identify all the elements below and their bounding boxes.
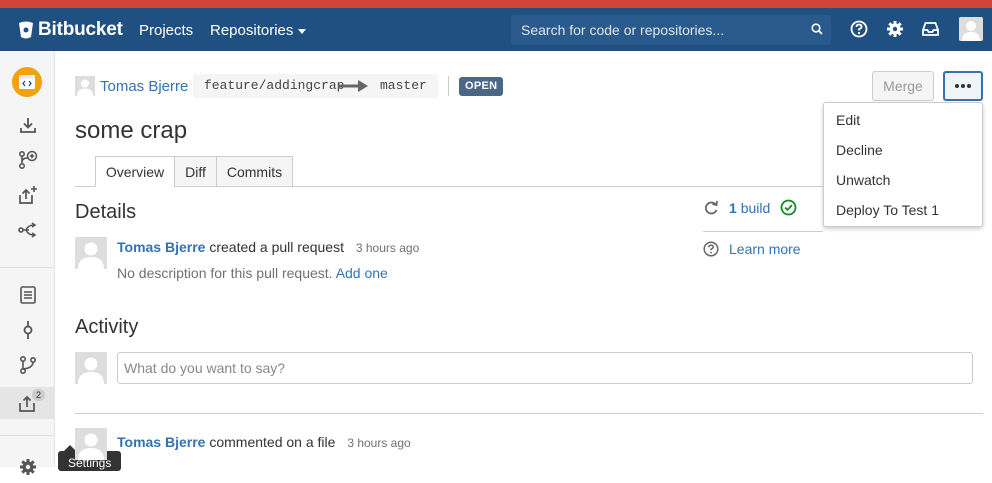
more-actions-button[interactable] [943, 71, 983, 101]
top-navbar: Bitbucket Projects Repositories [0, 8, 992, 51]
source-branch[interactable]: feature/addingcrap [204, 78, 344, 93]
sidebar-create-branch[interactable] [0, 144, 55, 176]
inbox-icon[interactable] [921, 20, 940, 38]
nav-repositories[interactable]: Repositories [210, 22, 307, 39]
details-author-link[interactable]: Tomas Bjerre [117, 239, 205, 255]
details-created-line: Tomas Bjerre created a pull request 3 ho… [117, 239, 419, 255]
sidebar-source[interactable] [0, 279, 55, 311]
tab-overview[interactable]: Overview [95, 156, 175, 187]
page-title: some crap [75, 117, 188, 144]
branches-icon [19, 355, 36, 375]
create-pull-request-icon [18, 186, 37, 204]
create-branch-icon [18, 150, 37, 170]
activity-entry: Tomas Bjerre commented on a file 3 hours… [117, 434, 411, 450]
pull-requests-count-badge: 2 [32, 389, 46, 401]
build-count: 1 [729, 200, 737, 216]
user-silhouette-icon [75, 352, 107, 384]
merge-button[interactable]: Merge [872, 71, 934, 101]
sidebar-branches[interactable] [0, 349, 55, 381]
search-icon[interactable] [811, 23, 823, 35]
sidebar-divider [0, 267, 55, 268]
comment-input[interactable] [117, 352, 973, 384]
refresh-icon [705, 200, 718, 215]
sidebar-pull-requests[interactable]: 2 [0, 387, 55, 419]
sidebar-create-pull-request[interactable] [0, 179, 55, 211]
details-author-avatar[interactable] [75, 237, 107, 269]
description-line: No description for this pull request. Ad… [117, 265, 388, 281]
search-box [511, 15, 831, 45]
activity-author-link[interactable]: Tomas Bjerre [117, 434, 205, 450]
target-branch[interactable]: master [380, 78, 427, 93]
search-input[interactable] [511, 15, 801, 45]
app-name: Bitbucket [38, 19, 123, 40]
user-silhouette-icon [75, 237, 107, 269]
user-silhouette-icon [959, 17, 983, 41]
activity-author-avatar[interactable] [75, 428, 107, 460]
tab-diff[interactable]: Diff [174, 156, 217, 187]
sidebar-divider [0, 435, 55, 436]
menu-item-unwatch[interactable]: Unwatch [836, 172, 890, 188]
sidebar-commits[interactable] [0, 314, 55, 346]
check-circle-icon [780, 199, 797, 216]
download-icon [19, 118, 36, 133]
tab-commits[interactable]: Commits [216, 156, 293, 187]
learn-more-link[interactable]: Learn more [729, 241, 801, 257]
sidebar-fork[interactable] [0, 214, 55, 246]
pr-author-avatar[interactable] [75, 76, 95, 96]
commits-icon [23, 321, 32, 339]
menu-item-deploy[interactable]: Deploy To Test 1 [836, 202, 939, 218]
user-silhouette-icon [75, 428, 107, 460]
menu-item-edit[interactable]: Edit [836, 112, 860, 128]
arrow-right-icon [338, 80, 368, 92]
activity-timestamp: 3 hours ago [347, 436, 411, 450]
build-count-link[interactable]: 1 build [729, 200, 770, 216]
nav-repositories-label: Repositories [210, 22, 294, 39]
more-actions-menu: Edit Decline Unwatch Deploy To Test 1 [823, 102, 983, 227]
comment-user-avatar [75, 352, 107, 384]
sidebar-clone[interactable] [0, 109, 55, 141]
help-circle-icon [703, 241, 719, 257]
header-divider [448, 76, 449, 96]
add-description-link[interactable]: Add one [336, 265, 388, 281]
pr-author-name[interactable]: Tomas Bjerre [100, 78, 188, 95]
ellipsis-icon [955, 84, 971, 88]
top-strip [0, 0, 992, 8]
details-action: created a pull request [209, 239, 344, 255]
details-timestamp: 3 hours ago [355, 241, 420, 255]
activity-heading: Activity [75, 316, 139, 338]
project-avatar[interactable] [12, 67, 42, 97]
gear-icon[interactable] [886, 20, 904, 38]
fork-icon [17, 222, 36, 238]
user-silhouette-icon [75, 76, 95, 96]
build-label: build [740, 200, 771, 216]
details-heading: Details [75, 201, 137, 223]
no-description-text: No description for this pull request. [117, 265, 333, 281]
sidebar-info-divider [703, 231, 823, 232]
status-badge: OPEN [459, 77, 504, 96]
help-icon[interactable] [850, 20, 868, 38]
code-window-icon [19, 75, 35, 89]
repository-sidebar: 2 [0, 51, 55, 475]
user-avatar[interactable] [959, 17, 983, 41]
activity-divider [75, 413, 983, 414]
sidebar-settings[interactable] [0, 451, 55, 483]
source-icon [19, 286, 36, 304]
nav-projects[interactable]: Projects [139, 22, 193, 39]
bitbucket-bucket-icon [19, 21, 33, 39]
activity-action: commented on a file [209, 434, 336, 450]
menu-item-decline[interactable]: Decline [836, 142, 883, 158]
settings-icon [19, 459, 36, 475]
chevron-down-icon [298, 28, 307, 34]
bitbucket-logo[interactable]: Bitbucket [18, 19, 123, 41]
branch-flow: feature/addingcrap master [193, 74, 438, 98]
